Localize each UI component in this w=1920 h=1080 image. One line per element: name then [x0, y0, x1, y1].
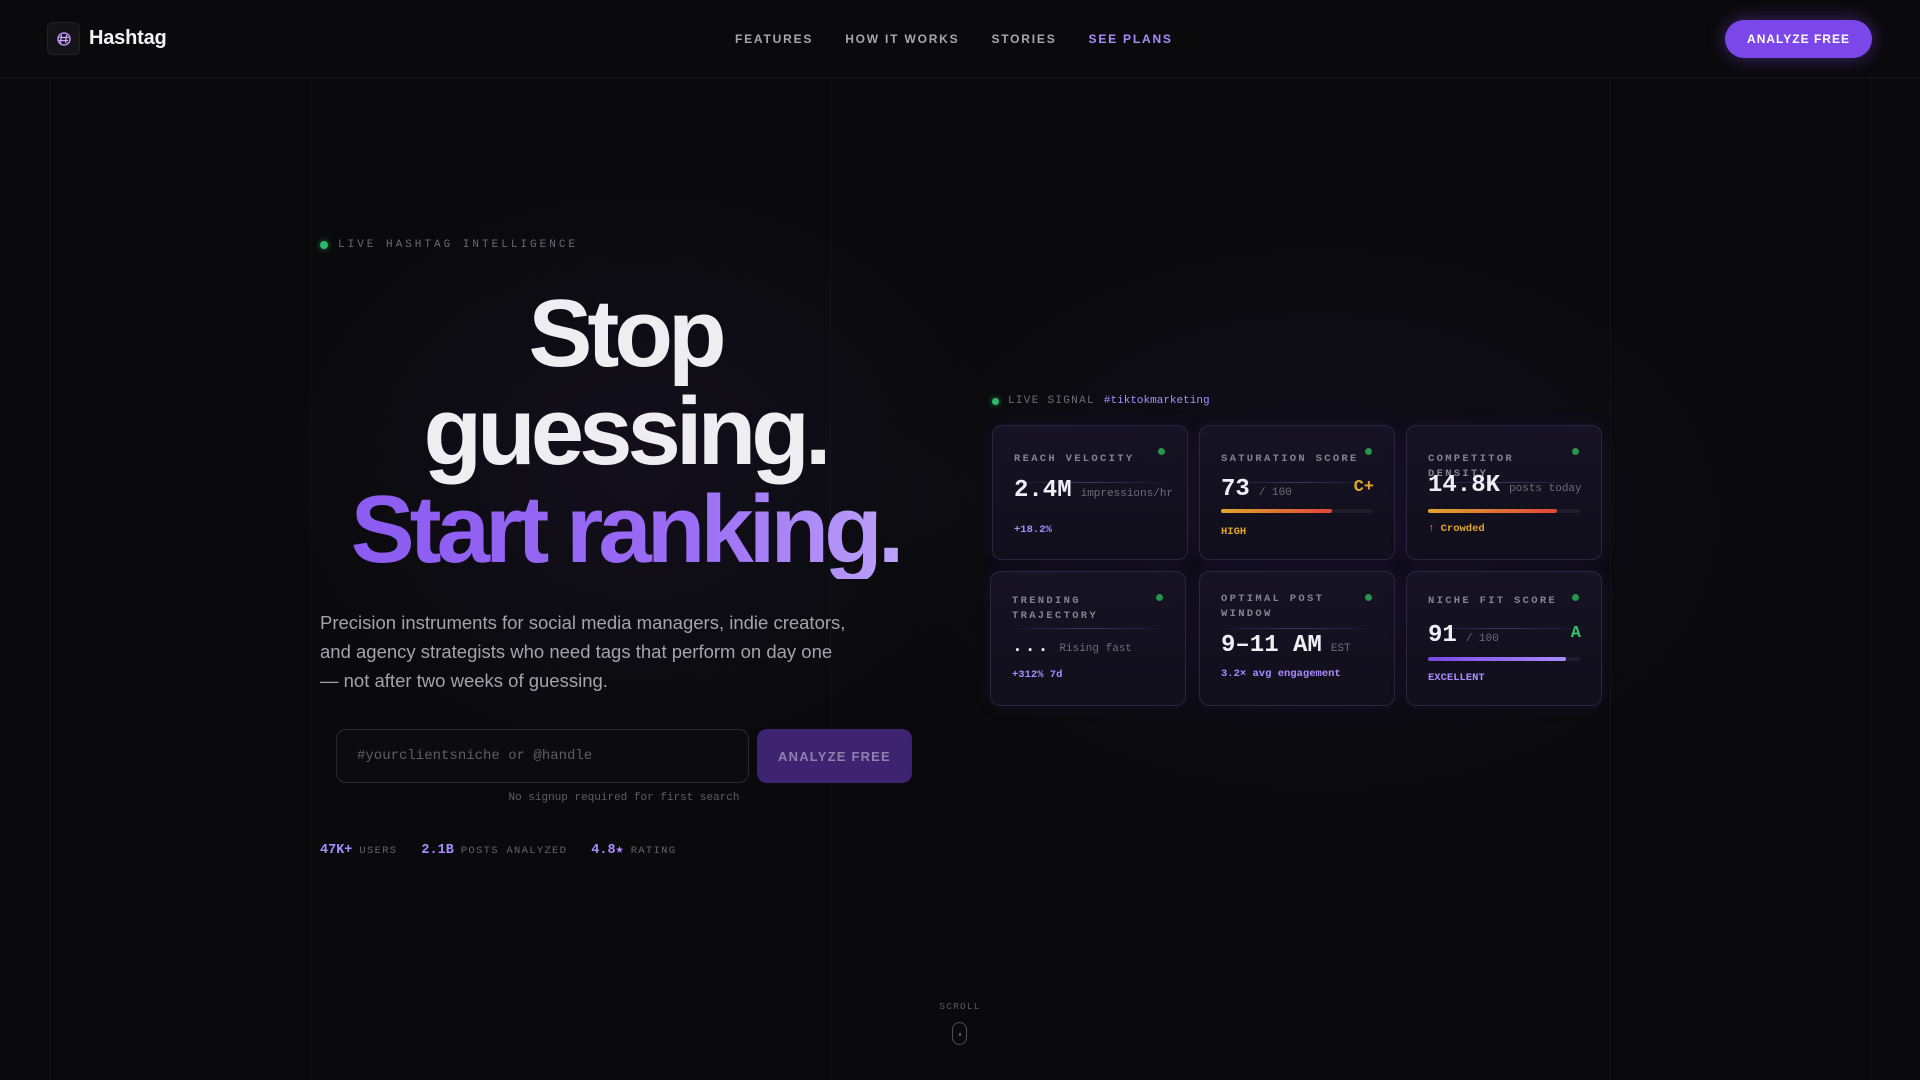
niche-bar	[1428, 657, 1580, 661]
card-status-dot	[1365, 448, 1372, 455]
brand-logo[interactable]: Hashtag	[47, 22, 167, 55]
card-saturation-score: SATURATION SCORE 73 / 100 C+ HIGH	[1199, 425, 1395, 560]
saturation-grade: C+	[1353, 478, 1374, 497]
card-reach-velocity: REACH VELOCITY 2.4M impressions/hr +18.2…	[992, 425, 1188, 560]
stat-posts-analyzed: 2.1B POSTS ANALYZED	[421, 843, 567, 858]
live-signal-header: LIVE SIGNAL #tiktokmarketing	[992, 395, 1210, 407]
saturation-unit: / 100	[1258, 487, 1292, 499]
card-status-dot	[1156, 594, 1163, 601]
saturation-level: HIGH	[1221, 526, 1247, 538]
card-competitor-density: COMPETITOR DENSITY 14.8K posts today ↑ C…	[1406, 425, 1602, 560]
scroll-label: SCROLL	[939, 1001, 981, 1012]
headline-line-3: Start ranking.	[300, 481, 950, 579]
card-title: TRENDING TRAJECTORY	[1012, 595, 1099, 622]
nav-link-features[interactable]: FEATURES	[735, 32, 813, 46]
card-title: OPTIMAL POST WINDOW	[1221, 593, 1325, 620]
card-status-dot	[1572, 594, 1579, 601]
stat-label: RATING	[630, 845, 677, 857]
niche-rating: EXCELLENT	[1428, 672, 1485, 684]
reach-change: +18.2%	[1014, 524, 1052, 536]
optimal-unit: EST	[1330, 643, 1351, 655]
card-metric: 14.8K posts today	[1428, 472, 1582, 499]
hero-stats: 47K+ USERS 2.1B POSTS ANALYZED 4.8★ RATI…	[320, 841, 676, 858]
top-navigation: Hashtag FEATURES HOW IT WORKS STORIES SE…	[0, 0, 1920, 78]
grid-line	[50, 78, 51, 1080]
reach-value: 2.4M	[1014, 477, 1072, 504]
analyze-free-nav-button[interactable]: ANALYZE FREE	[1725, 20, 1872, 58]
card-divider	[1009, 628, 1167, 629]
niche-grade: A	[1570, 624, 1581, 643]
optimal-value: 9–11 AM	[1221, 632, 1322, 659]
nav-link-stories[interactable]: STORIES	[991, 32, 1056, 46]
hero-subtext: Precision instruments for social media m…	[320, 612, 846, 691]
hero-headline: Stop guessing. Start ranking.	[300, 285, 950, 579]
optimal-engagement: 3.2× avg engagement	[1221, 668, 1341, 680]
brand-name: Hashtag	[89, 27, 167, 49]
background-glow	[0, 0, 1920, 1080]
grid-line	[1870, 78, 1871, 1080]
live-signal-hashtag[interactable]: #tiktokmarketing	[1104, 395, 1210, 407]
live-signal-label: LIVE SIGNAL	[1008, 395, 1095, 407]
hero-eyebrow: LIVE HASHTAG INTELLIGENCE	[320, 239, 578, 251]
card-divider	[1218, 628, 1376, 629]
niche-unit: / 100	[1465, 633, 1499, 645]
card-metric: 9–11 AM EST	[1221, 632, 1351, 659]
scroll-mouse-icon[interactable]	[952, 1022, 967, 1045]
card-niche-fit-score: NICHE FIT SCORE 91 / 100 A EXCELLENT	[1406, 571, 1602, 706]
card-trending-trajectory: TRENDING TRAJECTORY ... Rising fast +312…	[990, 571, 1186, 706]
competitor-bar-fill	[1428, 509, 1558, 513]
saturation-bar-fill	[1221, 509, 1332, 513]
stat-users: 47K+ USERS	[320, 843, 397, 858]
card-status-dot	[1365, 594, 1372, 601]
niche-bar-fill	[1428, 657, 1567, 661]
trending-change: +312% 7d	[1012, 669, 1063, 681]
reach-unit: impressions/hr	[1080, 488, 1174, 500]
eyebrow-label: LIVE HASHTAG INTELLIGENCE	[338, 239, 579, 251]
stat-value: 2.1B	[421, 843, 454, 858]
card-title: SATURATION SCORE	[1221, 453, 1359, 465]
competitor-unit: posts today	[1509, 483, 1582, 495]
trending-unit: Rising fast	[1059, 643, 1133, 655]
headline-line-2: guessing.	[423, 378, 831, 485]
nav-link-see-plans[interactable]: SEE PLANS	[1089, 32, 1173, 46]
stat-label: POSTS ANALYZED	[460, 845, 568, 857]
headline-line-1: Stop	[528, 280, 726, 387]
hashtag-logo-icon	[47, 22, 80, 55]
competitor-value: 14.8K	[1428, 472, 1501, 499]
hashtag-search-input[interactable]	[336, 729, 749, 783]
competitor-bar	[1428, 509, 1580, 513]
live-status-dot	[320, 241, 328, 249]
competitor-status: ↑ Crowded	[1428, 523, 1485, 535]
card-status-dot	[1572, 448, 1579, 455]
card-title: NICHE FIT SCORE	[1428, 595, 1558, 607]
stat-value: 47K+	[320, 843, 353, 858]
card-metric: 73 / 100	[1221, 476, 1292, 503]
card-status-dot	[1158, 448, 1165, 455]
stat-value: 4.8★	[591, 843, 624, 858]
stat-label: USERS	[359, 845, 398, 857]
analyze-free-button[interactable]: ANALYZE FREE	[757, 729, 912, 783]
grid-line	[1610, 78, 1611, 1080]
mouse-wheel	[958, 1033, 961, 1036]
signup-hint: No signup required for first search	[508, 792, 740, 804]
niche-value: 91	[1428, 622, 1457, 649]
trending-value: ...	[1012, 637, 1051, 657]
card-metric: 91 / 100	[1428, 622, 1499, 649]
card-metric: ... Rising fast	[1012, 637, 1132, 657]
saturation-bar	[1221, 509, 1373, 513]
card-optimal-post-window: OPTIMAL POST WINDOW 9–11 AM EST 3.2× avg…	[1199, 571, 1395, 706]
nav-links: FEATURES HOW IT WORKS STORIES SEE PLANS	[735, 32, 1173, 46]
grid-line	[310, 78, 311, 1080]
card-metric: 2.4M impressions/hr	[1014, 477, 1173, 504]
live-signal-dot	[992, 397, 999, 405]
stat-rating: 4.8★ RATING	[591, 841, 676, 858]
nav-link-how-it-works[interactable]: HOW IT WORKS	[845, 32, 959, 46]
card-title: REACH VELOCITY	[1014, 453, 1135, 465]
saturation-value: 73	[1221, 476, 1250, 503]
